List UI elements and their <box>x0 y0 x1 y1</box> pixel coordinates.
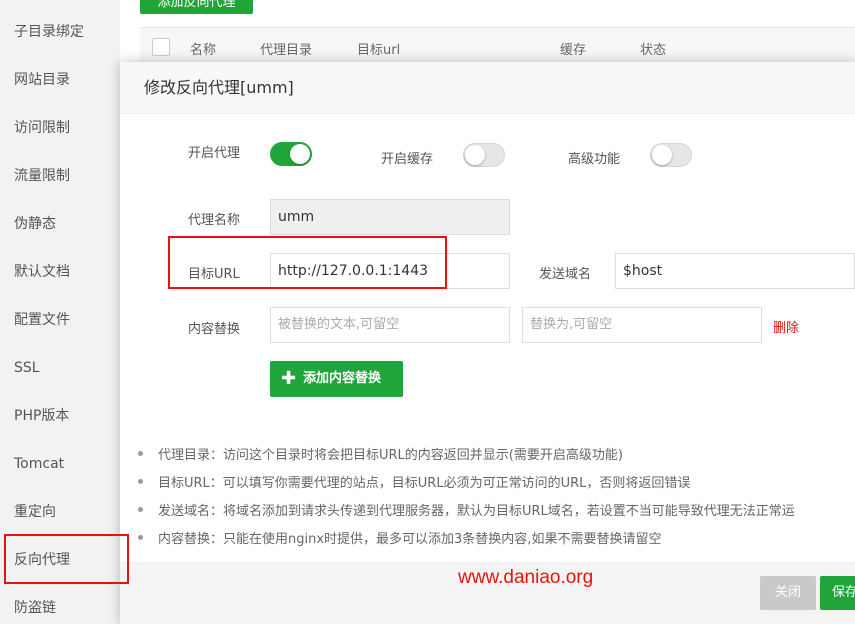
target-url-label: 目标URL <box>188 267 240 282</box>
sidebar-item-reverse-proxy[interactable]: 反向代理 <box>0 536 120 584</box>
sidebar-item-traffic-limit[interactable]: 流量限制 <box>0 152 120 200</box>
proxy-table-header: 名称 代理目录 目标url 缓存 状态 <box>140 27 855 65</box>
help-note-text: 代理目录：访问这个目录时将会把目标URL的内容返回并显示(需要开启高级功能) <box>158 448 623 463</box>
edit-reverse-proxy-dialog: 修改反向代理[umm] 开启代理 开启缓存 高级功能 代理名称 umm 目标UR… <box>120 62 855 624</box>
column-header-status[interactable]: 状态 <box>640 39 666 58</box>
delete-replace-link[interactable]: 删除 <box>773 317 799 336</box>
bullet-icon <box>138 479 143 484</box>
add-reverse-proxy-button[interactable]: 添加反向代理 <box>140 0 253 14</box>
enable-cache-label: 开启缓存 <box>381 152 434 167</box>
column-header-cache[interactable]: 缓存 <box>560 39 586 58</box>
sidebar-item-hotlink-protection[interactable]: 防盗链 <box>0 584 120 624</box>
content-replace-label: 内容替换 <box>188 322 241 337</box>
replace-to-input[interactable]: 替换为,可留空 <box>522 307 762 343</box>
sidebar-item-default-doc[interactable]: 默认文档 <box>0 248 120 296</box>
add-content-replace-label: 添加内容替换 <box>303 371 382 386</box>
advanced-features-toggle[interactable] <box>650 143 692 167</box>
column-header-name[interactable]: 名称 <box>190 39 216 58</box>
bullet-icon <box>138 507 143 512</box>
sidebar-item-access-limit[interactable]: 访问限制 <box>0 104 120 152</box>
proxy-name-field: umm <box>270 199 510 235</box>
add-content-replace-button[interactable]: ✚ 添加内容替换 <box>270 361 403 397</box>
send-domain-input[interactable]: $host <box>615 253 855 289</box>
sidebar-item-site-dir[interactable]: 网站目录 <box>0 56 120 104</box>
help-note-text: 发送域名：将域名添加到请求头传递到代理服务器，默认为目标URL域名，若设置不当可… <box>158 504 795 519</box>
close-button[interactable]: 关闭 <box>760 576 816 610</box>
column-header-proxy-dir[interactable]: 代理目录 <box>260 39 312 58</box>
help-note-text: 目标URL：可以填写你需要代理的站点，目标URL必须为可正常访问的URL，否则将… <box>158 476 691 491</box>
bullet-icon <box>138 451 143 456</box>
bullet-icon <box>138 535 143 540</box>
toggle-knob <box>290 144 310 164</box>
sidebar-item-rewrite[interactable]: 伪静态 <box>0 200 120 248</box>
sidebar-item-redirect[interactable]: 重定向 <box>0 488 120 536</box>
send-domain-label: 发送域名 <box>539 267 592 282</box>
toggle-knob <box>652 145 672 165</box>
column-header-target-url[interactable]: 目标url <box>357 39 400 58</box>
save-button[interactable]: 保存 <box>820 576 855 610</box>
help-note-text: 内容替换：只能在使用nginx时提供，最多可以添加3条替换内容,如果不需要替换请… <box>158 532 662 547</box>
enable-proxy-label: 开启代理 <box>188 146 241 161</box>
select-all-checkbox[interactable] <box>152 38 170 56</box>
proxy-name-label: 代理名称 <box>188 213 241 228</box>
sidebar-item-subdir-binding[interactable]: 子目录绑定 <box>0 8 120 56</box>
target-url-input[interactable]: http://127.0.0.1:1443 <box>270 253 510 289</box>
replace-from-input[interactable]: 被替换的文本,可留空 <box>270 307 510 343</box>
sidebar-item-config-file[interactable]: 配置文件 <box>0 296 120 344</box>
enable-cache-toggle[interactable] <box>463 143 505 167</box>
sidebar-item-php-version[interactable]: PHP版本 <box>0 392 120 440</box>
enable-proxy-toggle[interactable] <box>270 142 312 166</box>
sidebar-item-tomcat[interactable]: Tomcat <box>0 440 120 488</box>
dialog-title: 修改反向代理[umm] <box>120 62 855 114</box>
advanced-features-label: 高级功能 <box>568 152 621 167</box>
watermark-text: www.daniao.org <box>458 567 594 588</box>
plus-icon: ✚ <box>281 368 297 389</box>
toggle-knob <box>465 145 485 165</box>
sidebar-item-ssl[interactable]: SSL <box>0 344 120 392</box>
sidebar: 子目录绑定 网站目录 访问限制 流量限制 伪静态 默认文档 配置文件 SSL P… <box>0 0 120 624</box>
